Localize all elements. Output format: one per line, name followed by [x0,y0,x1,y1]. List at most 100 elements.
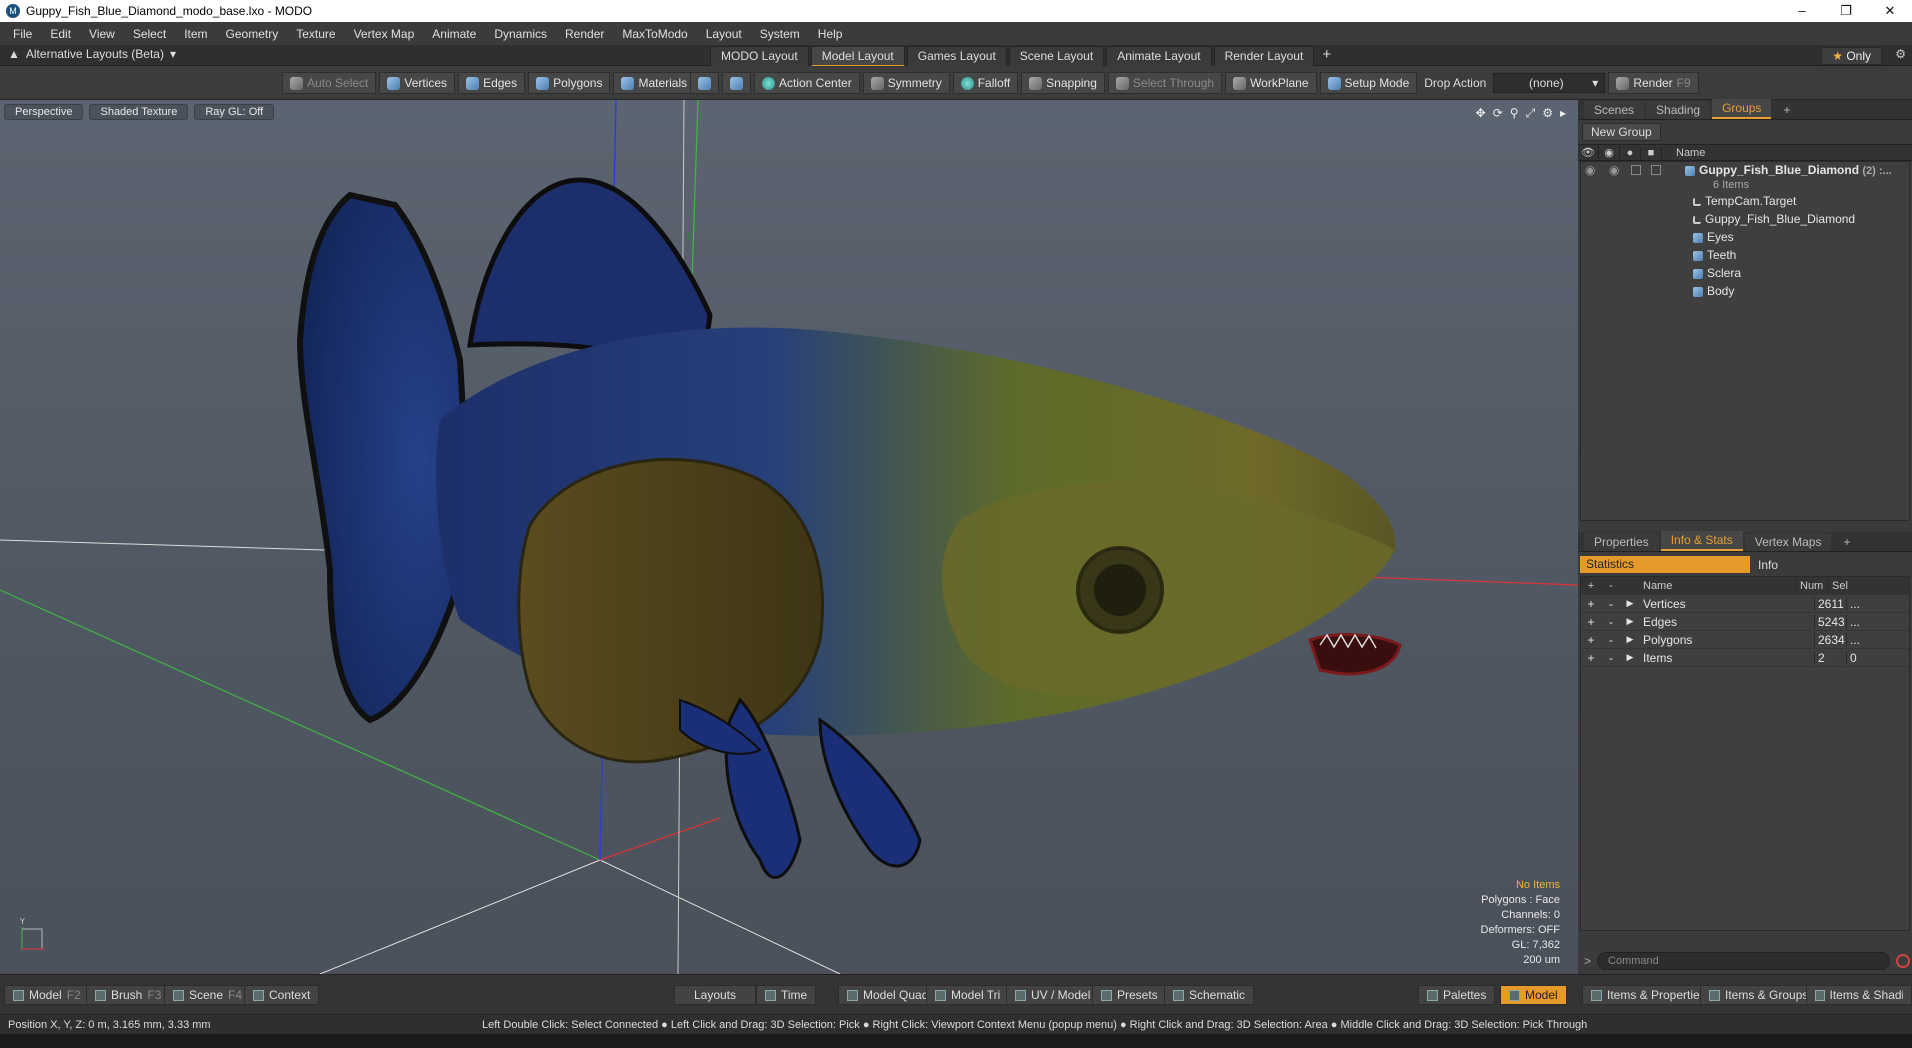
close-icon[interactable]: ✕ [1868,0,1912,22]
materials-button[interactable]: Materials [613,72,696,94]
lock-icon[interactable]: ● [1620,146,1641,159]
menu-maxtomodo[interactable]: MaxToModo [613,27,696,41]
brush-mode-button[interactable]: Brush F3 [86,985,171,1005]
menu-dynamics[interactable]: Dynamics [485,27,556,41]
statistics-tab[interactable]: Statistics [1580,556,1750,573]
menu-view[interactable]: View [80,27,124,41]
visibility-icon[interactable]: 👁 [1578,146,1599,159]
only-button[interactable]: ★ Only [1821,47,1882,65]
model-tri-button[interactable]: Model Tri [926,985,1010,1005]
palettes-button[interactable]: Palettes [1418,985,1496,1005]
snapping-button[interactable]: Snapping [1021,72,1105,94]
menu-animate[interactable]: Animate [423,27,485,41]
menu-vertex-map[interactable]: Vertex Map [345,27,424,41]
menu-item[interactable]: Item [175,27,216,41]
menu-layout[interactable]: Layout [697,27,751,41]
tab-model-layout[interactable]: Model Layout [810,46,905,67]
time-button[interactable]: Time [756,985,817,1005]
schematic-button[interactable]: Schematic [1164,985,1255,1005]
setup-mode-button[interactable]: Setup Mode [1319,72,1418,94]
model-mode-button[interactable]: Model F2 [4,985,90,1005]
tab-shading[interactable]: Shading [1646,101,1711,119]
drop-action-select[interactable]: (none) ▾ [1493,73,1606,93]
tab-modo-layout[interactable]: MODO Layout [710,46,809,67]
pivot-mode-button[interactable] [722,72,751,94]
select-toggle-icon[interactable]: ■ [1641,146,1662,159]
expand-all-icon[interactable]: + [1581,580,1601,592]
gear-icon[interactable]: ⚙ [1895,47,1906,61]
menu-render[interactable]: Render [556,27,613,41]
plus-icon[interactable]: + [1581,597,1601,611]
add-tab-icon[interactable]: + [1773,101,1800,119]
menu-select[interactable]: Select [124,27,175,41]
raygl-button[interactable]: Ray GL: Off [194,104,275,120]
plus-icon[interactable]: + [1581,633,1601,647]
eye-icon[interactable]: ◉ [1585,163,1595,177]
rotate-icon[interactable]: ⟳ [1493,106,1503,121]
minimize-icon[interactable]: – [1780,0,1824,22]
context-button[interactable]: Context [244,985,320,1005]
view-type-button[interactable]: Perspective [4,104,84,120]
plus-icon[interactable]: + [1581,615,1601,629]
render-toggle-icon[interactable]: ◉ [1599,146,1620,159]
expand-arrow-icon[interactable]: ▸ [1560,106,1566,121]
expand-icon[interactable]: ▶ [1621,616,1639,627]
3d-viewport[interactable]: Perspective Shaded Texture Ray GL: Off ✥… [0,100,1578,974]
list-item[interactable]: TempCam.Target [1581,192,1909,210]
expand-icon[interactable]: ▶ [1621,634,1639,645]
menu-edit[interactable]: Edit [41,27,80,41]
layouts-button[interactable]: Layouts [674,985,756,1005]
collapse-all-icon[interactable]: - [1601,580,1621,592]
zoom-icon[interactable]: ⚲ [1510,106,1519,121]
alternative-layouts-dropdown[interactable]: ▲ Alternative Layouts (Beta) ▾ [8,47,176,61]
items-groups-button[interactable]: Items & Groups [1700,985,1818,1005]
tab-scene-layout[interactable]: Scene Layout [1008,46,1105,67]
pan-icon[interactable]: ✥ [1476,106,1486,121]
new-group-button[interactable]: New Group [1582,123,1661,141]
restore-icon[interactable]: ❐ [1824,0,1868,22]
menu-file[interactable]: File [4,27,41,41]
minus-icon[interactable]: - [1601,597,1621,611]
action-center-button[interactable]: Action Center [754,72,860,94]
items-shading-button[interactable]: Items & Shading [1806,985,1912,1005]
tab-properties[interactable]: Properties [1584,533,1659,551]
falloff-button[interactable]: Falloff [952,72,1019,94]
plus-icon[interactable]: + [1581,651,1601,665]
auto-select-button[interactable]: Auto Select [282,72,377,94]
list-item[interactable]: Guppy_Fish_Blue_Diamond [1581,210,1909,228]
tab-info-stats[interactable]: Info & Stats [1660,531,1743,551]
vertices-button[interactable]: Vertices [379,72,456,94]
tab-render-layout[interactable]: Render Layout [1213,46,1315,67]
item-mode-button[interactable] [690,72,719,94]
collapse-icon[interactable]: ▲ [8,47,20,61]
menu-texture[interactable]: Texture [287,27,344,41]
minus-icon[interactable]: - [1601,651,1621,665]
info-tab[interactable]: Info [1750,558,1778,572]
table-row[interactable]: + - ▶ Vertices 2611... [1581,595,1909,613]
tab-vertex-maps[interactable]: Vertex Maps [1744,533,1832,551]
table-row[interactable]: + - ▶ Polygons 2634... [1581,631,1909,649]
tab-animate-layout[interactable]: Animate Layout [1106,46,1212,67]
add-layout-icon[interactable]: + [1316,46,1337,67]
table-row[interactable]: + - ▶ Items 2 0 [1581,649,1909,667]
menu-system[interactable]: System [751,27,809,41]
shading-mode-button[interactable]: Shaded Texture [89,104,189,120]
tab-games-layout[interactable]: Games Layout [906,46,1007,67]
record-icon[interactable] [1896,954,1910,968]
model-layout-button[interactable]: Model [1500,985,1567,1005]
workplane-button[interactable]: WorkPlane [1225,72,1317,94]
add-tab-icon[interactable]: + [1833,533,1860,551]
presets-button[interactable]: Presets [1092,985,1167,1005]
command-input[interactable]: Command [1597,952,1890,970]
tab-scenes[interactable]: Scenes [1584,101,1645,119]
group-row-root[interactable]: ◉ ◉ Guppy_Fish_Blue_Diamond (2) :... [1581,162,1909,178]
minus-icon[interactable]: - [1601,633,1621,647]
table-row[interactable]: + - ▶ Edges 5243... [1581,613,1909,631]
uv-model-button[interactable]: UV / Model [1006,985,1100,1005]
checkbox-icon[interactable] [1631,165,1641,175]
minus-icon[interactable]: - [1601,615,1621,629]
viewport-settings-icon[interactable]: ⚙ [1542,106,1553,121]
menu-help[interactable]: Help [809,27,852,41]
maximize-icon[interactable]: ⤢ [1526,106,1536,121]
menu-geometry[interactable]: Geometry [217,27,288,41]
